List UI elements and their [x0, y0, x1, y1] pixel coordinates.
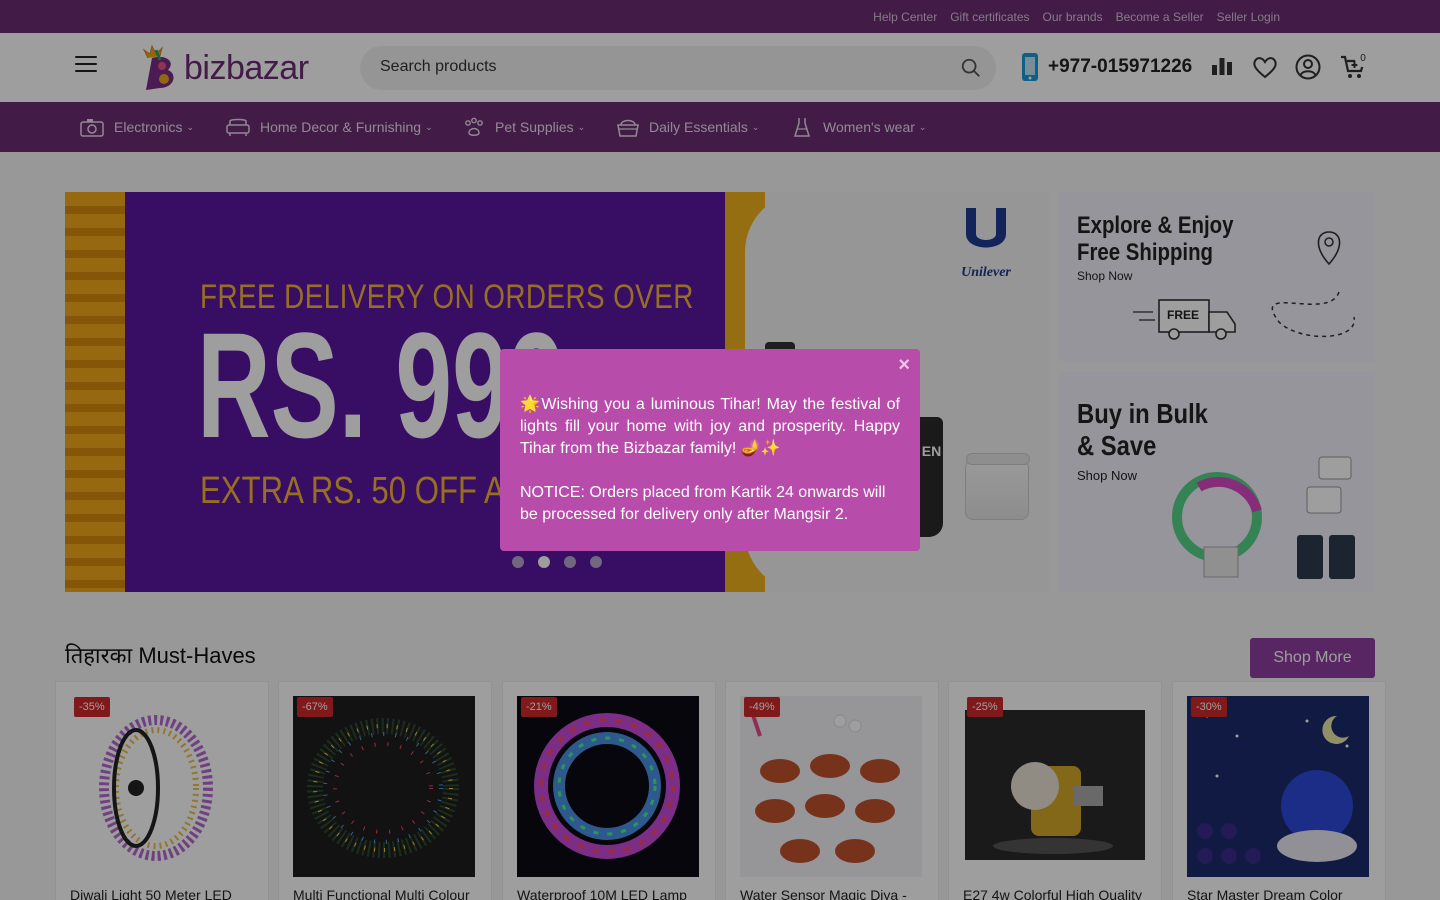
modal-greeting: 🌟Wishing you a luminous Tihar! May the f… [520, 396, 900, 457]
tihar-announcement-modal: × 🌟Wishing you a luminous Tihar! May the… [500, 349, 920, 551]
modal-notice: NOTICE: Orders placed from Kartik 24 onw… [520, 484, 886, 523]
close-icon[interactable]: × [898, 355, 910, 375]
